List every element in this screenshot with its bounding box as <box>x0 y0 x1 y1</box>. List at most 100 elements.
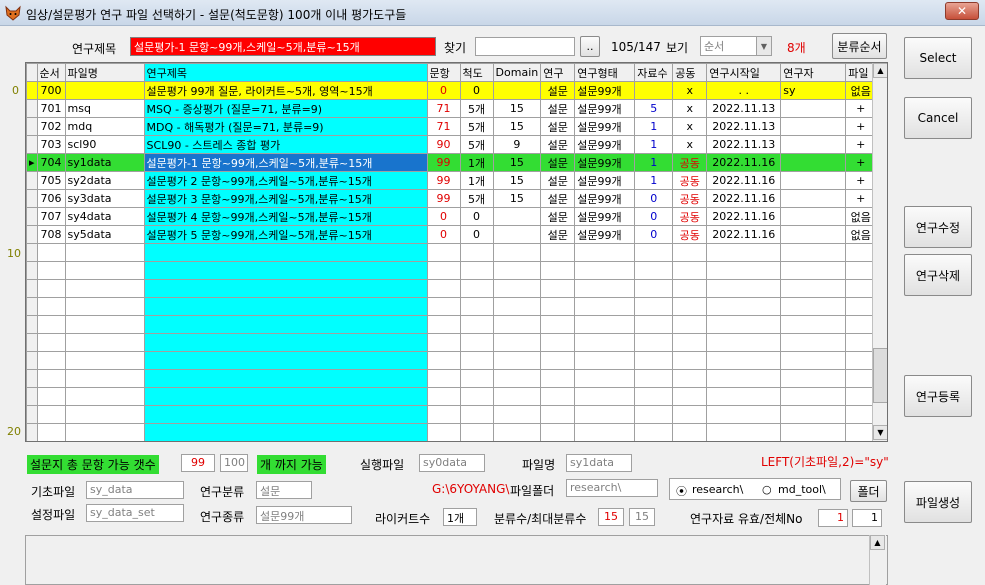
view-select[interactable]: 순서 ▼ <box>700 36 772 56</box>
header-data-count[interactable]: 자료수 <box>634 63 674 82</box>
scroll-thumb[interactable] <box>873 348 887 403</box>
table-row[interactable]: ▸ 704 sy1data 설문평가-1 문항~99개,스케일~5개,분류~15개 99… <box>26 153 877 172</box>
header-items[interactable]: 문항 <box>426 63 461 82</box>
cell-no <box>36 351 66 370</box>
row-indicator <box>26 423 38 441</box>
kind-field[interactable]: 설문99개 <box>256 506 352 524</box>
study-grid[interactable]: 순서 파일명 연구제목 문항 척도 Domain 연구 연구형태 자료수 공동 … <box>25 62 888 442</box>
header-researcher[interactable]: 연구자 <box>780 63 847 82</box>
table-row[interactable]: 708 sy5data 설문평가 5 문항~99개,스케일~5개,분류~15개 0 0 설… <box>26 225 877 244</box>
cell-data-count <box>634 261 674 280</box>
cell-scale <box>459 297 494 316</box>
table-row[interactable] <box>26 333 877 352</box>
table-row[interactable]: 701 msq MSQ - 증상평가 (질문=71, 분류=9) 71 5개 15 설문 설문… <box>26 99 877 118</box>
sort-button[interactable]: 분류순서 <box>832 33 887 59</box>
table-row[interactable]: 702 mdq MDQ - 해독평가 (질문=71, 분류=9) 71 5개 15 설문 설문… <box>26 117 877 136</box>
cell-domain: 15 <box>492 99 542 118</box>
cell-items <box>426 387 461 406</box>
header-start-date[interactable]: 연구시작일 <box>706 63 782 82</box>
table-row[interactable]: 707 sy4data 설문평가 4 문항~99개,스케일~5개,분류~15개 0 0 설… <box>26 207 877 226</box>
table-row[interactable] <box>26 351 877 370</box>
cell-form <box>574 243 636 262</box>
table-row[interactable] <box>26 369 877 388</box>
class-field[interactable]: 15 <box>598 508 624 526</box>
cell-researcher <box>780 405 847 424</box>
cell-scale <box>459 333 494 352</box>
window-title: 임상/설문평가 연구 파일 선택하기 - 설문(척도문항) 100개 이내 평가… <box>26 8 407 22</box>
category-field[interactable]: 설문 <box>256 481 312 499</box>
create-file-button[interactable]: 파일생성 <box>904 481 972 523</box>
header-domain[interactable]: Domain <box>492 63 542 82</box>
header-no[interactable]: 순서 <box>36 63 66 82</box>
cell-items: 0 <box>426 81 461 100</box>
cell-file <box>64 315 145 334</box>
table-row[interactable]: 703 scl90 SCL90 - 스트레스 종합 평가 90 5개 9 설문 설문99개 1 x… <box>26 135 877 154</box>
max-items-label: 설문지 총 문항 가능 갯수 <box>27 455 159 474</box>
cell-data-count: 1 <box>634 153 674 172</box>
research-title-field[interactable]: 설문평가-1 문항~99개,스케일~5개,분류~15개 <box>130 37 436 56</box>
cell-study: 설문 <box>540 81 576 100</box>
cell-start-date <box>706 369 782 388</box>
table-row[interactable] <box>26 297 877 316</box>
grid-vertical-scrollbar[interactable]: ▲ ▼ <box>872 63 887 441</box>
header-form[interactable]: 연구형태 <box>574 63 636 82</box>
header-study[interactable]: 연구 <box>540 63 576 82</box>
bottom-text-scrollbar[interactable]: ▲ <box>869 535 886 585</box>
table-row[interactable]: 700 설문평가 99개 질문, 라이커트~5개, 영역~15개 0 0 설문 설문99개… <box>26 81 877 100</box>
find-button[interactable]: .. <box>580 36 600 57</box>
cell-researcher <box>780 171 847 190</box>
cell-data-count <box>634 405 674 424</box>
table-row[interactable]: 705 sy2data 설문평가 2 문항~99개,스케일~5개,분류~15개 99 1… <box>26 171 877 190</box>
radio-research-icon[interactable]: ⦿ <box>676 483 687 499</box>
table-row[interactable] <box>26 315 877 334</box>
header-scale[interactable]: 척도 <box>459 63 494 82</box>
cell-file <box>64 405 145 424</box>
base-file-field[interactable]: sy_data <box>86 481 184 499</box>
cell-form: 설문99개 <box>574 171 636 190</box>
delete-study-button[interactable]: 연구삭제 <box>904 254 972 296</box>
folder-button[interactable]: 폴더 <box>850 480 887 502</box>
register-study-button[interactable]: 연구등록 <box>904 375 972 417</box>
select-button[interactable]: Select <box>904 37 972 79</box>
table-row[interactable] <box>26 405 877 424</box>
cell-study: 설문 <box>540 117 576 136</box>
close-button[interactable]: ✕ <box>945 2 979 20</box>
bottom-text-area[interactable] <box>25 535 888 585</box>
likert-field[interactable]: 1개 <box>443 508 477 526</box>
file-name-field[interactable]: sy1data <box>566 454 632 472</box>
radio-mdtool-label[interactable]: md_tool\ <box>778 483 826 496</box>
max-items-input[interactable]: 99 <box>181 454 215 472</box>
edit-study-button[interactable]: 연구수정 <box>904 206 972 248</box>
class-label: 분류수/최대분류수 <box>494 512 587 526</box>
run-file-field[interactable]: sy0data <box>419 454 485 472</box>
cell-file <box>64 351 145 370</box>
cancel-button[interactable]: Cancel <box>904 97 972 139</box>
cell-domain: 9 <box>492 135 542 154</box>
radio-research-label[interactable]: research\ <box>692 483 743 496</box>
valid-field[interactable]: 1 <box>818 509 848 527</box>
header-file[interactable]: 파일명 <box>64 63 145 82</box>
cell-joint <box>672 333 708 352</box>
table-row[interactable]: 706 sy3data 설문평가 3 문항~99개,스케일~5개,분류~15개 99 5… <box>26 189 877 208</box>
setting-file-field[interactable]: sy_data_set <box>86 504 184 522</box>
table-row[interactable] <box>26 423 877 441</box>
cell-domain: 15 <box>492 153 542 172</box>
cell-researcher <box>780 135 847 154</box>
scroll-down-icon[interactable]: ▼ <box>873 425 887 440</box>
row-indicator <box>26 81 38 100</box>
radio-mdtool-icon[interactable]: ○ <box>762 483 772 496</box>
folder-field[interactable]: research\ <box>566 479 658 497</box>
header-joint[interactable]: 공동 <box>672 63 708 82</box>
table-row[interactable] <box>26 243 877 262</box>
table-row[interactable] <box>26 279 877 298</box>
chevron-down-icon[interactable]: ▼ <box>756 37 771 55</box>
find-input[interactable] <box>475 37 575 56</box>
table-row[interactable] <box>26 387 877 406</box>
cell-scale: 1개 <box>459 171 494 190</box>
scroll-up-icon[interactable]: ▲ <box>873 63 887 78</box>
table-row[interactable] <box>26 261 877 280</box>
cell-no: 702 <box>36 117 66 136</box>
header-title[interactable]: 연구제목 <box>143 63 428 82</box>
max-items-limit: 100 <box>220 454 248 472</box>
bottom-scroll-up-icon[interactable]: ▲ <box>870 535 885 550</box>
